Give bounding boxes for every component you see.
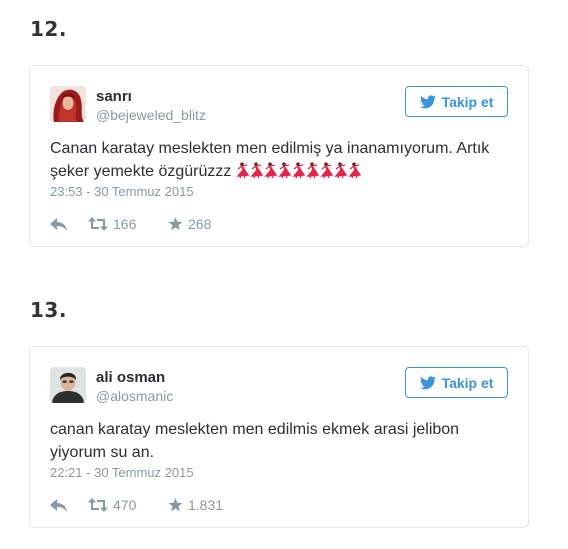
- retweet-count: 166: [113, 216, 137, 232]
- reply-button[interactable]: [50, 498, 88, 512]
- avatar[interactable]: [50, 367, 86, 403]
- reply-button[interactable]: [50, 217, 88, 231]
- reply-icon: [50, 217, 67, 231]
- retweet-button[interactable]: 166: [88, 216, 168, 232]
- retweet-icon: [88, 498, 108, 512]
- star-icon: [168, 498, 183, 512]
- dancer-emoji-icon: [264, 162, 278, 179]
- user-handle[interactable]: @alosmanic: [96, 388, 173, 404]
- star-icon: [168, 217, 183, 231]
- dancer-emoji-row: [236, 162, 362, 185]
- embedded-tweet: ali osman @alosmanic Takip et canan kara…: [29, 346, 529, 528]
- dancer-emoji-icon: [334, 162, 348, 179]
- tweet-text: Canan karatay meslekten men edilmiş ya i…: [50, 137, 515, 185]
- tweet-timestamp[interactable]: 23:53 - 30 Temmuz 2015: [50, 184, 194, 199]
- avatar[interactable]: [50, 86, 86, 122]
- display-name[interactable]: sanrı: [96, 88, 132, 105]
- dancer-emoji-icon: [292, 162, 306, 179]
- tweet-actions: 470 1.831: [50, 495, 223, 515]
- tweet-text: canan karatay meslekten men edilmis ekme…: [50, 418, 515, 464]
- dancer-emoji-icon: [320, 162, 334, 179]
- dancer-emoji-icon: [306, 162, 320, 179]
- embedded-tweet: sanrı @bejeweled_blitz Takip et Canan ka…: [29, 65, 529, 247]
- item-number: 12.: [30, 17, 67, 41]
- favorite-button[interactable]: 1.831: [168, 497, 223, 513]
- favorite-count: 268: [188, 216, 212, 232]
- retweet-count: 470: [113, 497, 137, 513]
- retweet-icon: [88, 217, 108, 231]
- reply-icon: [50, 498, 67, 512]
- follow-button[interactable]: Takip et: [405, 86, 508, 117]
- tweet-actions: 166 268: [50, 214, 211, 234]
- retweet-button[interactable]: 470: [88, 497, 168, 513]
- tweet-timestamp[interactable]: 22:21 - 30 Temmuz 2015: [50, 465, 194, 480]
- user-handle[interactable]: @bejeweled_blitz: [96, 107, 206, 123]
- dancer-emoji-icon: [236, 162, 250, 179]
- dancer-emoji-icon: [278, 162, 292, 179]
- dancer-emoji-icon: [250, 162, 264, 179]
- twitter-bird-icon: [419, 375, 436, 389]
- follow-button[interactable]: Takip et: [405, 367, 508, 398]
- follow-label: Takip et: [441, 374, 494, 391]
- follow-label: Takip et: [441, 93, 494, 110]
- dancer-emoji-icon: [348, 162, 362, 179]
- display-name[interactable]: ali osman: [96, 369, 165, 386]
- item-number: 13.: [30, 298, 67, 322]
- tweet-body: canan karatay meslekten men edilmis ekme…: [50, 421, 460, 461]
- twitter-bird-icon: [419, 94, 436, 108]
- favorite-count: 1.831: [188, 497, 224, 513]
- favorite-button[interactable]: 268: [168, 216, 211, 232]
